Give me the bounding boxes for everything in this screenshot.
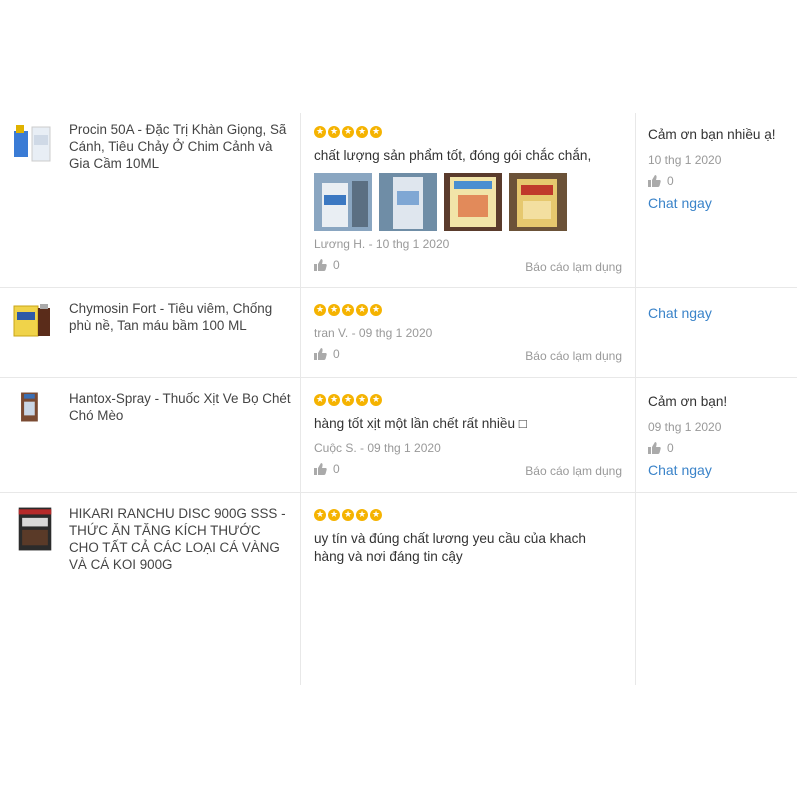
star-icon [314, 303, 326, 317]
review-row: Chymosin Fort - Tiêu viêm, Chống phù nề,… [0, 288, 797, 378]
like-count: 0 [333, 258, 340, 272]
report-abuse-link[interactable]: Báo cáo lạm dụng [525, 260, 622, 274]
product-cell: Chymosin Fort - Tiêu viêm, Chống phù nề,… [0, 288, 301, 377]
reply-cell: Chat ngay [636, 288, 797, 377]
star-icon [370, 303, 382, 317]
product-cell: HIKARI RANCHU DISC 900G SSS - THỨC ĂN TĂ… [0, 493, 301, 685]
star-icon [356, 303, 368, 317]
review-cell: tran V. - 09 thg 1 2020 0 Báo cáo lạm dụ… [301, 288, 636, 377]
report-abuse-link[interactable]: Báo cáo lạm dụng [525, 464, 622, 478]
reply-date: 10 thg 1 2020 [648, 153, 722, 167]
like-button[interactable]: 0 [314, 258, 340, 272]
thumbs-up-icon [314, 348, 327, 360]
review-row: Procin 50A - Đặc Trị Khàn Giọng, Sã Cánh… [0, 113, 797, 288]
reply-cell: Cảm ơn bạn! 09 thg 1 2020 0 Chat ngay [636, 378, 797, 492]
product-cell: Hantox-Spray - Thuốc Xịt Ve Bọ Chét Chó … [0, 378, 301, 492]
star-icon [370, 125, 382, 139]
review-comment: uy tín và đúng chất lương yeu cầu của kh… [314, 531, 586, 564]
reviewer-info: tran V. - 09 thg 1 2020 [314, 326, 433, 340]
review-comment: hàng tốt xịt một lần chết rất nhiều □ [314, 416, 527, 431]
review-photo[interactable] [379, 173, 437, 231]
star-icon [370, 393, 382, 407]
review-photo[interactable] [444, 173, 502, 231]
reply-like-count: 0 [667, 174, 674, 188]
review-comment: chất lượng sản phẩm tốt, đóng gói chắc c… [314, 148, 592, 163]
star-rating [314, 393, 382, 407]
thumbs-up-icon [314, 259, 327, 271]
star-rating [314, 125, 382, 139]
chat-now-link[interactable]: Chat ngay [648, 305, 712, 321]
like-button[interactable]: 0 [314, 462, 340, 476]
star-icon [342, 125, 354, 139]
star-icon [342, 303, 354, 317]
star-rating [314, 508, 382, 522]
product-cell: Procin 50A - Đặc Trị Khàn Giọng, Sã Cánh… [0, 113, 301, 287]
product-name[interactable]: Procin 50A - Đặc Trị Khàn Giọng, Sã Cánh… [69, 121, 293, 172]
star-rating [314, 303, 382, 317]
star-icon [356, 508, 368, 522]
reply-like-button[interactable]: 0 [648, 441, 674, 455]
product-name[interactable]: Chymosin Fort - Tiêu viêm, Chống phù nề,… [69, 300, 293, 334]
seller-reply: Cảm ơn bạn! [648, 394, 728, 409]
star-icon [356, 125, 368, 139]
review-photo[interactable] [509, 173, 567, 231]
thumbs-up-icon [648, 175, 661, 187]
star-icon [328, 125, 340, 139]
review-cell: hàng tốt xịt một lần chết rất nhiều □ Cu… [301, 378, 636, 492]
star-icon [328, 393, 340, 407]
star-icon [314, 125, 326, 139]
reply-like-count: 0 [667, 441, 674, 455]
review-cell: chất lượng sản phẩm tốt, đóng gói chắc c… [301, 113, 636, 287]
review-row: HIKARI RANCHU DISC 900G SSS - THỨC ĂN TĂ… [0, 493, 797, 685]
product-name[interactable]: HIKARI RANCHU DISC 900G SSS - THỨC ĂN TĂ… [69, 505, 293, 573]
reviewer-info: Lương H. - 10 thg 1 2020 [314, 237, 450, 251]
chat-now-link[interactable]: Chat ngay [648, 462, 712, 478]
star-icon [356, 393, 368, 407]
thumbs-up-icon [648, 442, 661, 454]
like-button[interactable]: 0 [314, 347, 340, 361]
report-abuse-link[interactable]: Báo cáo lạm dụng [525, 349, 622, 363]
reply-like-button[interactable]: 0 [648, 174, 674, 188]
star-icon [328, 508, 340, 522]
star-icon [342, 393, 354, 407]
review-photos [314, 173, 567, 231]
like-count: 0 [333, 347, 340, 361]
product-thumbnail[interactable] [18, 386, 50, 428]
seller-reply: Cảm ơn bạn nhiều ạ! [648, 127, 776, 142]
star-icon [342, 508, 354, 522]
review-row: Hantox-Spray - Thuốc Xịt Ve Bọ Chét Chó … [0, 378, 797, 493]
review-cell: uy tín và đúng chất lương yeu cầu của kh… [301, 493, 636, 685]
review-photo[interactable] [314, 173, 372, 231]
star-icon [370, 508, 382, 522]
product-thumbnail[interactable] [12, 121, 54, 163]
chat-now-link[interactable]: Chat ngay [648, 195, 712, 211]
star-icon [314, 393, 326, 407]
star-icon [314, 508, 326, 522]
product-thumbnail[interactable] [17, 505, 53, 553]
like-count: 0 [333, 462, 340, 476]
product-name[interactable]: Hantox-Spray - Thuốc Xịt Ve Bọ Chét Chó … [69, 390, 293, 424]
thumbs-up-icon [314, 463, 327, 475]
product-thumbnail[interactable] [12, 298, 54, 340]
reply-date: 09 thg 1 2020 [648, 420, 722, 434]
reply-cell: Cảm ơn bạn nhiều ạ! 10 thg 1 2020 0 Chat… [636, 113, 797, 287]
reviewer-info: Cuộc S. - 09 thg 1 2020 [314, 441, 441, 455]
star-icon [328, 303, 340, 317]
